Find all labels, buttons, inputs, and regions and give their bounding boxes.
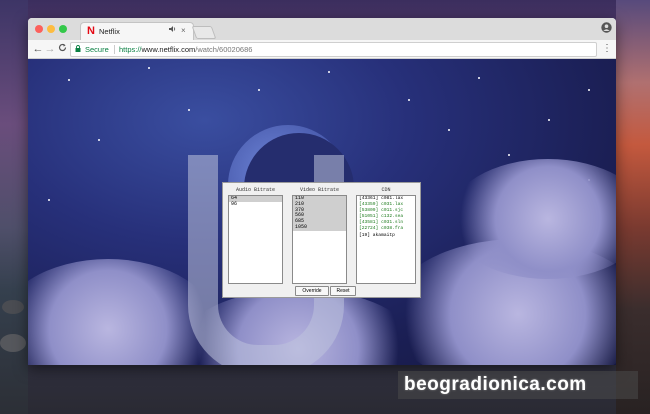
url-path: /watch/60020686: [195, 45, 253, 54]
audio-bitrate-list[interactable]: 64 96: [228, 195, 283, 284]
star: [148, 67, 150, 69]
url-host: www.netflix.com: [141, 45, 196, 54]
cdn-option-host: c011.sjc: [381, 208, 404, 214]
video-bitrate-header: Video Bitrate: [299, 187, 339, 193]
cdn-option[interactable]: [19] akamaitp: [357, 233, 415, 239]
cdn-option-host: c031.sln: [381, 220, 404, 226]
reload-button[interactable]: [56, 42, 68, 56]
desktop-wallpaper-right: [616, 0, 650, 414]
star: [328, 71, 330, 73]
forward-button[interactable]: →: [44, 42, 56, 56]
url-protocol: https://: [119, 45, 142, 54]
cdn-option-prefix: [43361]: [359, 196, 379, 201]
star: [188, 109, 190, 111]
video-player[interactable]: Audio Bitrate 64 96 Video Bitrate 110 21…: [28, 59, 616, 365]
cdn-option-prefix: [43359]: [359, 202, 379, 208]
secure-label: Secure: [85, 45, 109, 54]
star: [408, 99, 410, 101]
lock-icon: [75, 45, 81, 52]
browser-titlebar: N Netflix ×: [28, 18, 616, 41]
video-bitrate-list[interactable]: 110 210 370 560 685 1050: [292, 195, 347, 284]
cdn-option-host: c038.fra: [381, 226, 404, 232]
audio-bitrate-header: Audio Bitrate: [235, 187, 275, 193]
cdn-option-host: c031.lax: [381, 202, 404, 208]
cdn-header: CDN: [381, 187, 391, 193]
browser-menu-button[interactable]: ⋮: [602, 42, 612, 56]
star: [478, 77, 480, 79]
star: [508, 154, 510, 156]
address-separator: [114, 45, 115, 54]
cdn-option-host: akamaitp: [372, 232, 395, 238]
address-bar[interactable]: Secure https://www.netflix.com/watch/600…: [70, 42, 597, 57]
star: [68, 79, 70, 81]
stream-settings-dialog: Audio Bitrate 64 96 Video Bitrate 110 21…: [222, 182, 421, 298]
star: [98, 139, 100, 141]
override-button[interactable]: Override: [295, 286, 329, 296]
cdn-list[interactable]: [43361] c081.lax [43359] c031.lax [53809…: [356, 195, 416, 284]
person-icon[interactable]: [600, 22, 612, 34]
browser-window: N Netflix × ← → Secure https://www.netfl…: [28, 18, 616, 365]
rock: [2, 300, 24, 314]
tab-netflix[interactable]: N Netflix ×: [80, 22, 194, 41]
reset-button[interactable]: Reset: [330, 286, 356, 296]
star: [448, 129, 450, 131]
netflix-logo-icon: N: [87, 25, 95, 37]
rock: [0, 334, 26, 352]
tab-close-button[interactable]: ×: [181, 25, 186, 37]
star: [588, 89, 590, 91]
cdn-option-prefix: [22724]: [359, 226, 379, 232]
cdn-option-host: c081.lax: [381, 196, 404, 201]
browser-toolbar: ← → Secure https://www.netflix.com/watch…: [28, 40, 616, 59]
tab-title: Netflix: [99, 27, 120, 36]
star: [258, 89, 260, 91]
star: [48, 199, 50, 201]
speaker-icon[interactable]: [169, 25, 177, 37]
back-button[interactable]: ←: [32, 42, 44, 56]
star: [548, 119, 550, 121]
video-option[interactable]: 1050: [293, 224, 346, 231]
new-tab-button[interactable]: [191, 26, 217, 39]
watermark-text: beogradionica.com: [404, 374, 587, 395]
zoom-window-button[interactable]: [59, 25, 67, 33]
cdn-option-prefix: [19]: [359, 232, 371, 238]
cdn-option-prefix: [43581]: [359, 220, 379, 226]
cdn-option-prefix: [51051]: [359, 214, 379, 220]
cdn-option-prefix: [53809]: [359, 208, 379, 214]
close-window-button[interactable]: [35, 25, 43, 33]
minimize-window-button[interactable]: [47, 25, 55, 33]
cdn-option-host: c132.sea: [381, 214, 404, 220]
url-text: https://www.netflix.com/watch/60020686: [119, 44, 252, 55]
audio-option[interactable]: 96: [229, 201, 282, 208]
